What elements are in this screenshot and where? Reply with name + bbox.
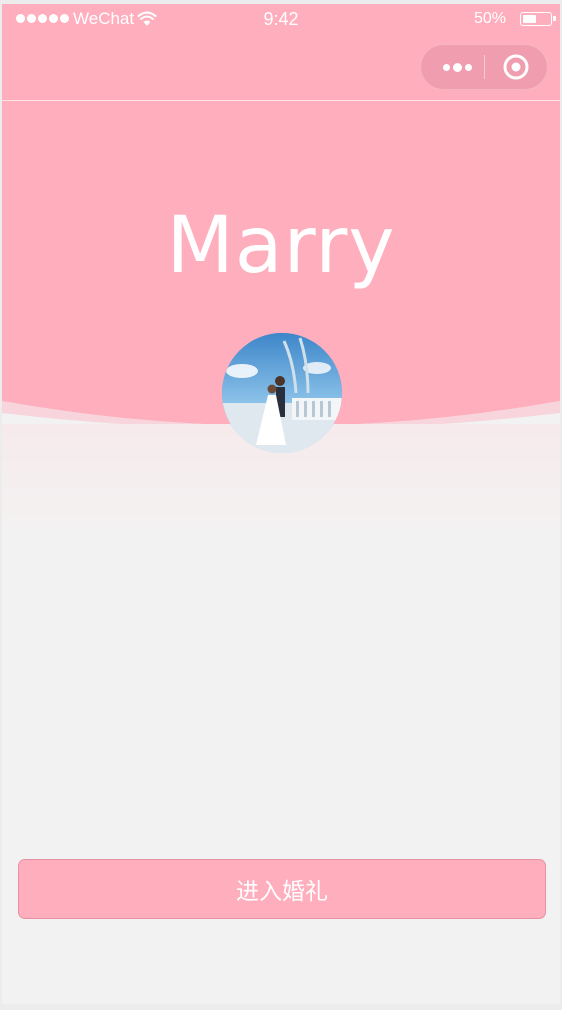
battery-icon (520, 12, 556, 26)
wedding-couple-photo (222, 333, 342, 453)
page-title: Marry (166, 201, 396, 291)
mini-program-capsule (420, 44, 548, 90)
battery-fill (522, 14, 536, 23)
enter-wedding-button[interactable]: 进入婚礼 (18, 859, 546, 919)
more-dots-icon[interactable] (437, 45, 477, 89)
app-screen: WeChat 9:42 50% Marry 进入婚礼 (2, 4, 560, 1004)
battery-percentage: 50% (473, 10, 506, 27)
target-circle-icon[interactable] (502, 53, 530, 81)
navigation-bar (2, 36, 560, 101)
status-bar: WeChat 9:42 50% (2, 4, 560, 36)
capsule-divider (484, 55, 485, 79)
